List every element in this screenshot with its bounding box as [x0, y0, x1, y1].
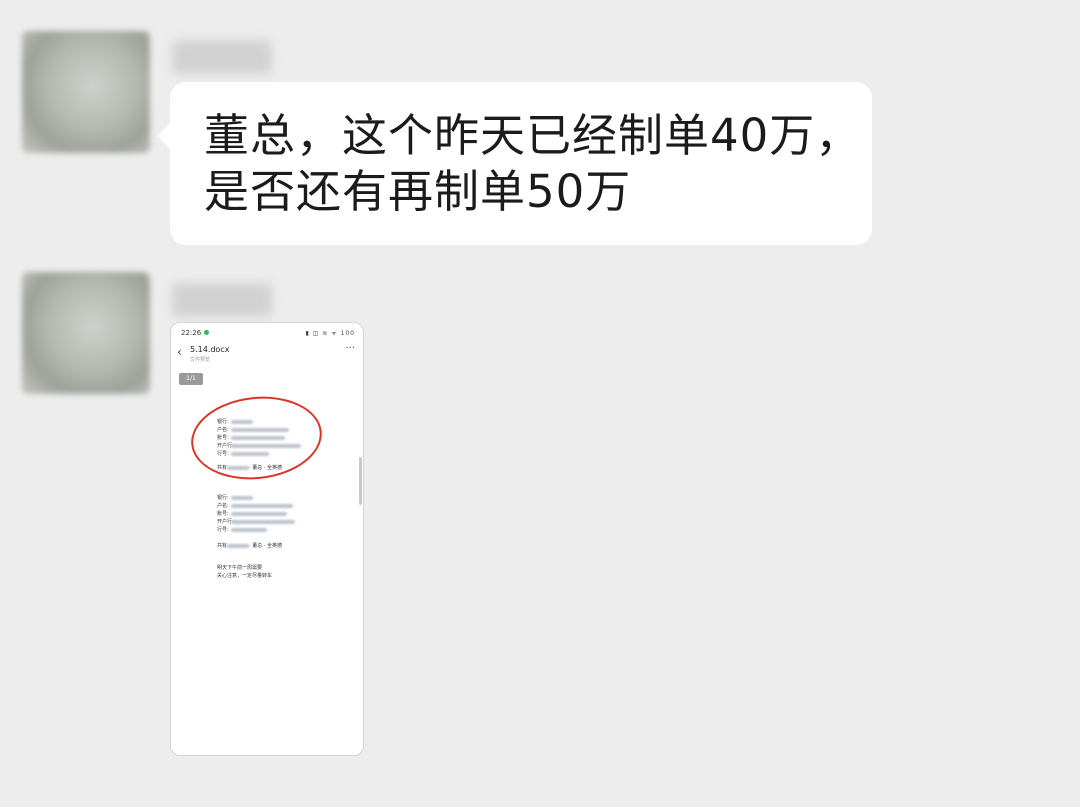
page-indicator: 1/1: [179, 373, 203, 385]
message-bubble[interactable]: 董总，这个昨天已经制单40万， 是否还有再制单50万: [157, 82, 872, 245]
doc-line: 共有 · 董总 · 全英德: [217, 543, 282, 549]
message-text-line-2: 是否还有再制单50万: [204, 165, 632, 218]
doc-line: 行号:: [217, 527, 267, 533]
sender-avatar[interactable]: [22, 31, 150, 153]
image-attachment[interactable]: 22:26 ▮ ◫ ≋ ᯤ 100 ‹ 5.14.docx 文件预览 ··· 1…: [170, 322, 364, 756]
file-name: 5.14.docx: [190, 345, 230, 354]
sender-name-blurred: [172, 40, 272, 74]
red-circle-annotation: [187, 390, 326, 486]
more-options-icon: ···: [345, 343, 355, 354]
doc-line: 户名:: [217, 503, 293, 509]
scrollbar: [359, 457, 362, 505]
bubble-tail: [157, 122, 171, 150]
doc-line: 账号:: [217, 511, 287, 517]
doc-footer-line: 关心注意，一定尽量转车: [217, 573, 273, 579]
sender-name-blurred: [172, 283, 272, 317]
wechat-status-icon: [204, 330, 210, 335]
back-arrow-icon: ‹: [177, 345, 182, 359]
status-bar-icons: ▮ ◫ ≋ ᯤ 100: [305, 330, 355, 337]
file-subtitle: 文件预览: [190, 357, 211, 363]
doc-line: 开户行:: [217, 519, 295, 525]
message-text-line-1: 董总，这个昨天已经制单40万，: [204, 109, 862, 162]
status-bar-time: 22:26: [181, 329, 210, 337]
doc-line: 银行:: [217, 495, 253, 501]
sender-avatar[interactable]: [22, 272, 150, 394]
doc-footer-line: 明天下午前一周需要: [217, 565, 263, 571]
